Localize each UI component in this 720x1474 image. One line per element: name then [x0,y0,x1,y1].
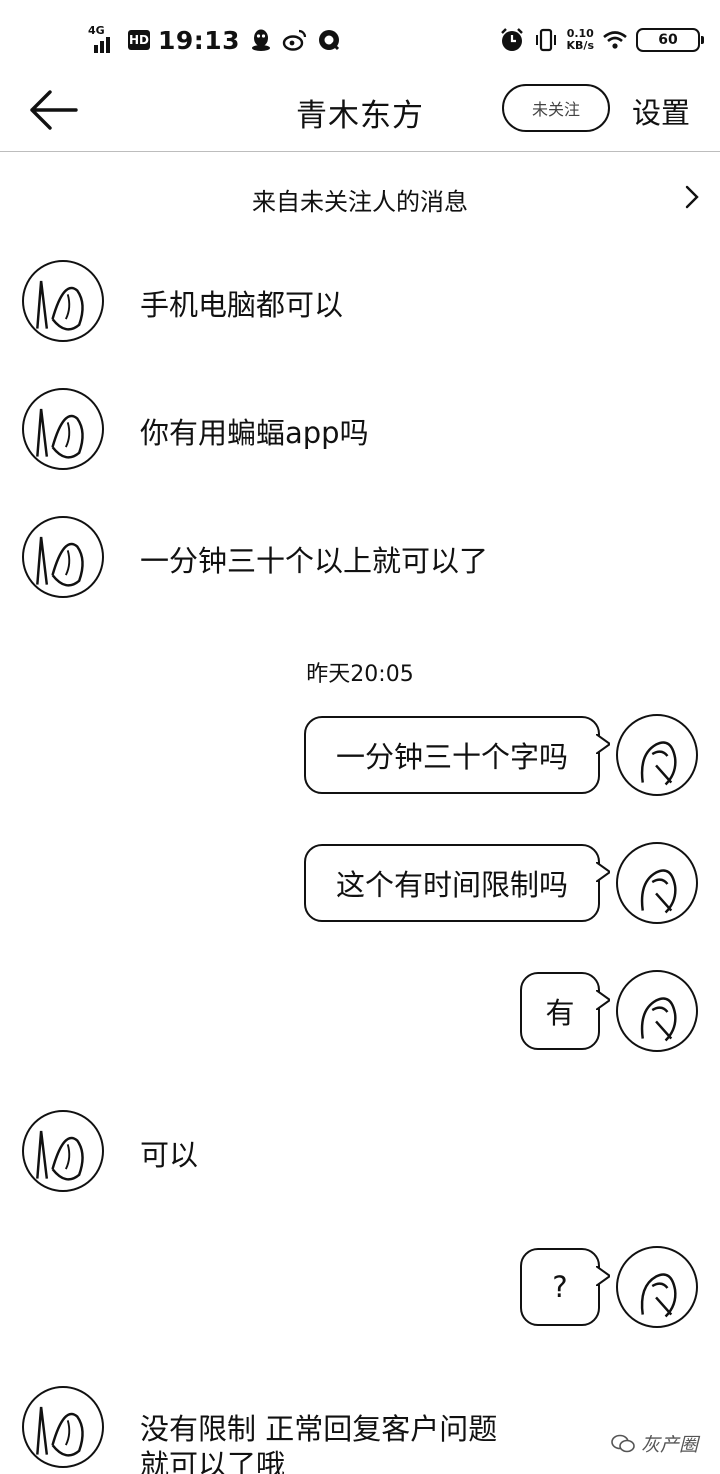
wifi-icon [603,31,627,49]
stranger-messages-label: 来自未关注人的消息 [252,188,468,216]
watermark-text: 灰产圈 [640,1434,698,1456]
message-text: ? [552,1270,568,1304]
chevron-right-icon [685,185,699,209]
network-speed: 0.10 KB/s [567,28,594,52]
battery-level: 60 [658,32,678,48]
message-outgoing: 一分钟三十个字吗 [0,712,720,802]
avatar[interactable] [22,516,104,598]
bubble-tail [596,862,610,882]
status-bar: 4G HD 19:13 0.10 KB/s 60 [0,0,720,80]
message-text: 手机电脑都可以 [140,288,344,322]
weibo-icon [282,29,307,51]
watermark: 灰产圈 [611,1430,698,1457]
browser-icon [319,30,340,51]
clock: 19:13 [158,25,241,55]
message-bubble[interactable]: 有 [520,972,610,1050]
message-bubble[interactable]: 一分钟三十个字吗 [304,716,610,794]
chat-title: 青木东方 [296,98,424,134]
wechat-icon [611,1434,635,1452]
my-avatar[interactable] [616,714,698,796]
message-incoming: 可以 [0,1106,720,1196]
message-outgoing: ? [0,1244,720,1334]
message-text: 一分钟三十个以上就可以了 [140,544,489,578]
message-text: 一分钟三十个字吗 [335,740,568,774]
bubble-tail [596,1266,610,1286]
signal-icon: 4G [88,25,120,55]
settings-button[interactable]: 设置 [632,90,690,132]
hd-badge: HD [128,30,150,50]
status-right: 0.10 KB/s 60 [499,22,704,58]
speed-unit: KB/s [566,39,594,52]
my-avatar[interactable] [616,1246,698,1328]
alarm-icon [500,28,523,51]
status-left: 4G HD 19:13 [88,22,342,58]
message-text: 有 [545,996,575,1030]
avatar[interactable] [22,1110,104,1192]
message-outgoing: 有 [0,968,720,1058]
my-avatar[interactable] [616,970,698,1052]
chat-screen: 4G HD 19:13 0.10 KB/s 60 青木东方 未关注 设置 来自未… [0,0,720,1474]
bubble-tail [596,734,610,754]
bubble-tail [596,990,610,1010]
vibrate-icon [535,28,556,52]
message-text: 你有用蝙蝠app吗 [140,416,369,450]
battery-indicator: 60 [636,28,704,52]
avatar[interactable] [22,388,104,470]
message-timestamp: 昨天20:05 [306,662,414,687]
chat-header: 青木东方 未关注 设置 [0,70,720,152]
avatar[interactable] [22,260,104,342]
message-text-line2: 就可以了哦 [140,1448,286,1474]
my-avatar[interactable] [616,842,698,924]
message-incoming: 手机电脑都可以 [0,256,720,346]
stranger-messages-bar[interactable]: 来自未关注人的消息 [0,152,720,242]
message-bubble[interactable]: ? [520,1248,610,1326]
message-outgoing: 这个有时间限制吗 [0,840,720,930]
message-text: 可以 [140,1138,199,1172]
network-type: 4G [88,24,105,37]
message-incoming: 你有用蝙蝠app吗 [0,384,720,474]
message-incoming: 没有限制 正常回复客户问题 就可以了哦 [0,1382,720,1474]
avatar[interactable] [22,1386,104,1468]
message-incoming: 一分钟三十个以上就可以了 [0,512,720,602]
message-text: 这个有时间限制吗 [335,868,568,902]
qq-icon [252,29,271,51]
message-bubble[interactable]: 这个有时间限制吗 [304,844,610,922]
follow-button[interactable]: 未关注 [502,84,610,132]
